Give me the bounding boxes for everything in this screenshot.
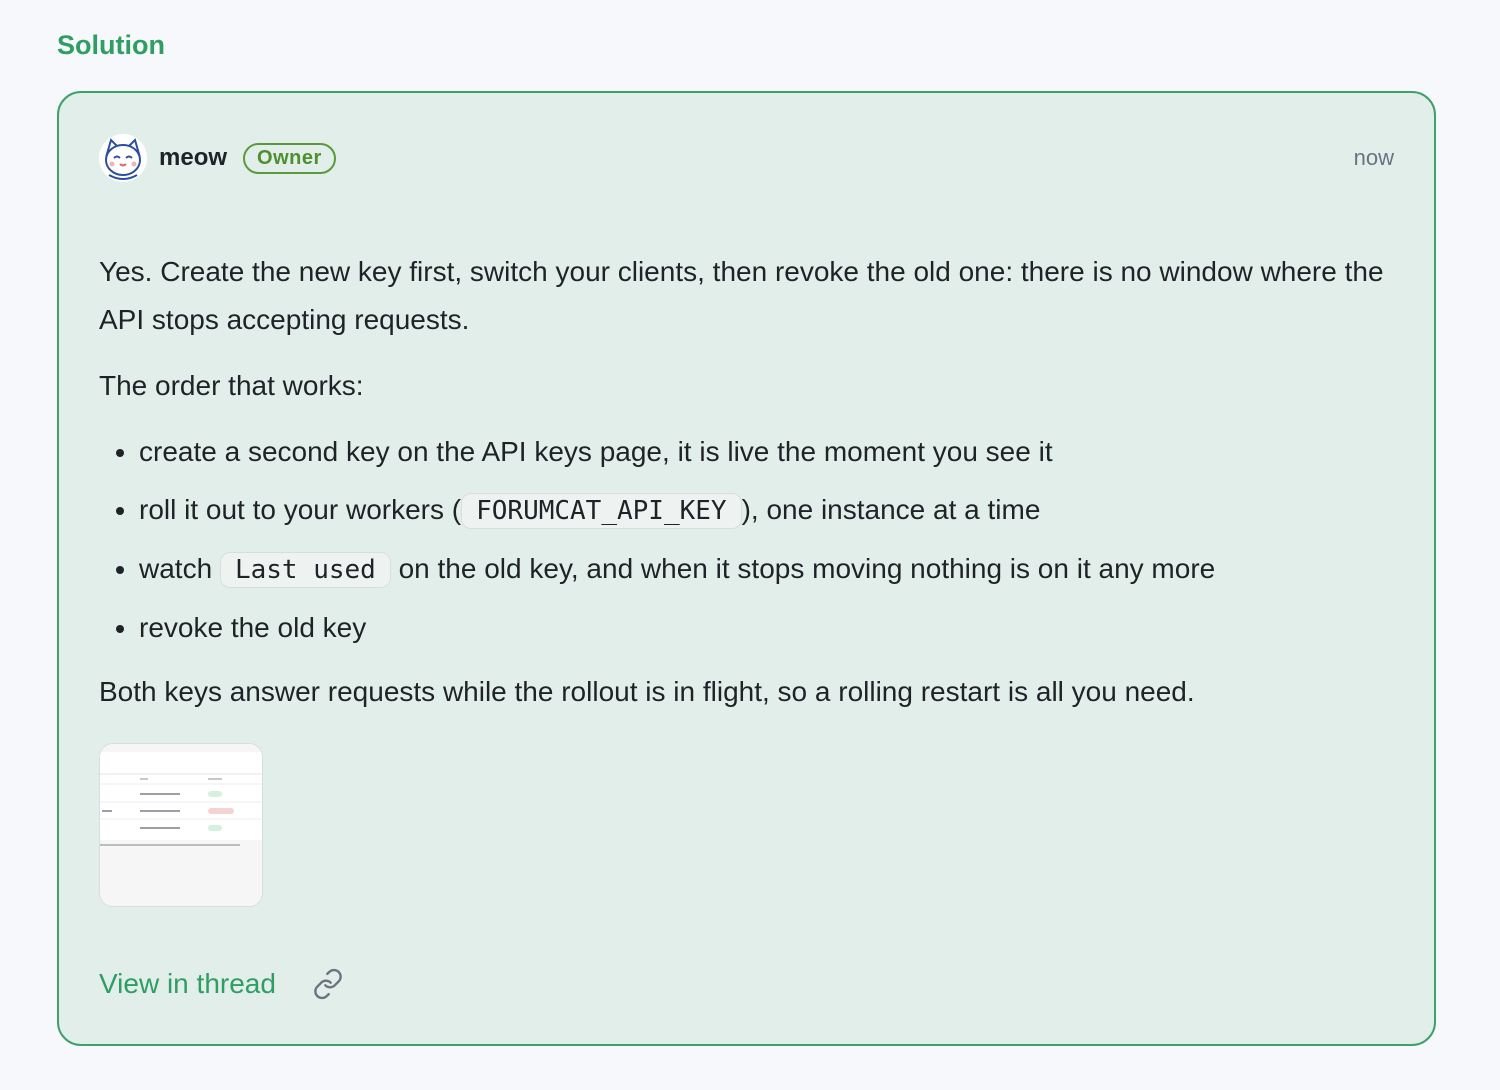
inline-code: FORUMCAT_API_KEY — [461, 493, 742, 529]
owner-badge: Owner — [243, 142, 336, 174]
list-item-text: revoke the old key — [139, 612, 367, 643]
closing-paragraph: Both keys answer requests while the roll… — [99, 676, 1195, 707]
list-item-text: create a second key on the API keys page… — [139, 436, 1053, 467]
post-body: Yes. Create the new key first, switch yo… — [99, 248, 1399, 734]
section-title: Solution — [57, 30, 165, 60]
steps-list: create a second key on the API keys page… — [99, 428, 1399, 652]
view-in-thread-link[interactable]: View in thread — [99, 968, 276, 1000]
solution-card: meow Owner now Yes. Create the new key f… — [57, 91, 1436, 1046]
list-item: watch Last used on the old key, and when… — [139, 545, 1399, 594]
list-item-text: watch — [139, 553, 220, 584]
cat-avatar-icon — [99, 134, 147, 182]
order-paragraph: The order that works: — [99, 370, 364, 401]
copy-link-icon[interactable] — [312, 968, 344, 1000]
avatar[interactable] — [99, 134, 147, 182]
inline-code: Last used — [219, 552, 391, 588]
list-item: revoke the old key — [139, 604, 1399, 652]
intro-paragraph: Yes. Create the new key first, switch yo… — [99, 256, 1384, 335]
attachment-thumbnail[interactable] — [99, 743, 263, 907]
author-name[interactable]: meow — [159, 144, 227, 172]
chain-link-icon — [314, 968, 342, 1000]
list-item: roll it out to your workers (FORUMCAT_AP… — [139, 486, 1399, 535]
list-item: create a second key on the API keys page… — [139, 428, 1399, 476]
post-timestamp: now — [1353, 145, 1394, 170]
list-item-text: ), one instance at a time — [741, 494, 1041, 525]
screenshot-preview-image — [100, 744, 262, 906]
post-footer: View in thread — [99, 968, 344, 1000]
list-item-text: roll it out to your workers ( — [139, 494, 462, 525]
post-header: meow Owner now — [99, 133, 1394, 183]
list-item-text: on the old key, and when it stops moving… — [390, 553, 1216, 584]
